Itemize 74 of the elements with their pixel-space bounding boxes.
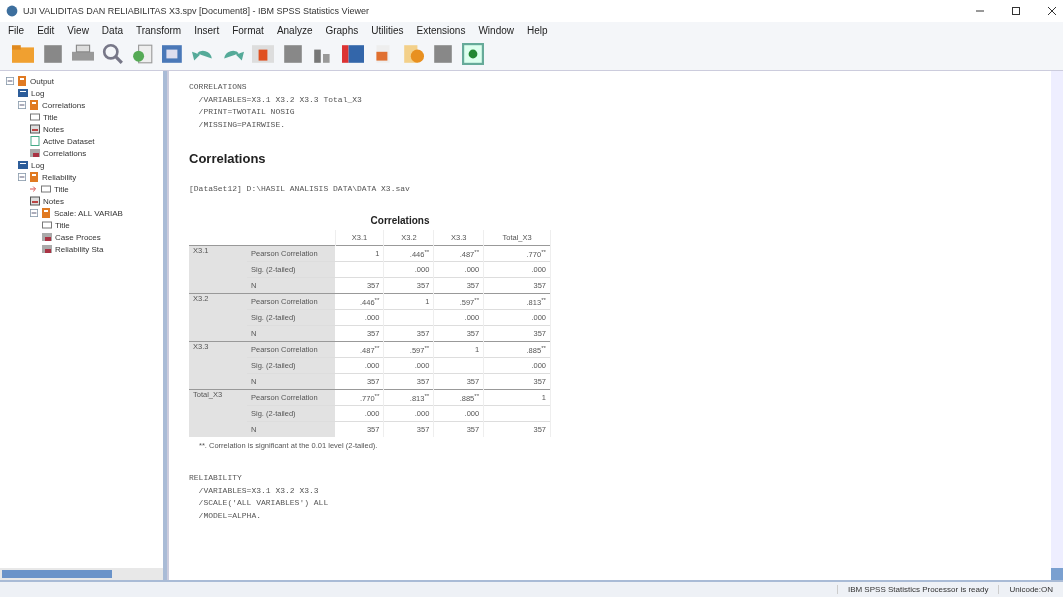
notes-icon <box>30 124 40 134</box>
menu-item[interactable]: Format <box>228 24 273 36</box>
menu-item[interactable]: Utilities <box>367 24 413 36</box>
menu-item[interactable]: Window <box>474 24 523 36</box>
status-text: Unicode:ON <box>998 585 1063 594</box>
close-icon <box>1047 6 1057 16</box>
dataset-icon <box>30 136 40 146</box>
table-icon <box>42 244 52 254</box>
outline-item[interactable]: Log <box>31 88 45 98</box>
outline-item[interactable]: Title <box>55 220 70 230</box>
collapse-icon[interactable] <box>30 209 38 217</box>
table-icon <box>42 232 52 242</box>
menu-item[interactable]: Analyze <box>272 24 322 36</box>
outline-item[interactable]: Title <box>43 112 58 122</box>
collapse-icon[interactable] <box>18 173 26 181</box>
status-text: IBM SPSS Statistics Processor is ready <box>836 585 999 594</box>
plus-icon[interactable] <box>462 43 484 65</box>
maximize-icon <box>1011 6 1021 16</box>
outline-item[interactable]: Reliability Sta <box>55 244 104 254</box>
outline-item[interactable]: Active Dataset <box>43 136 95 146</box>
menu-item[interactable]: File <box>4 24 34 36</box>
syntax-line: CORRELATIONS <box>189 81 248 93</box>
book-icon <box>41 208 51 218</box>
notes-icon <box>30 196 40 206</box>
outline-item[interactable]: Reliability <box>42 172 77 182</box>
menu-item[interactable]: View <box>63 24 98 36</box>
syntax-line: /VARIABLES=X3.1 X3.2 X3.3 <box>197 484 320 497</box>
menu-item[interactable]: Help <box>523 24 557 36</box>
syntax-line: /MISSING=PAIRWISE. <box>197 118 286 131</box>
menu-item[interactable]: Edit <box>33 24 64 36</box>
outline-item[interactable]: Notes <box>43 196 64 206</box>
magnifier-icon[interactable] <box>102 43 124 65</box>
book-icon <box>17 76 27 86</box>
outline-item[interactable]: Correlations <box>42 100 86 110</box>
syntax-line: RELIABILITY <box>189 472 243 484</box>
folder-icon[interactable] <box>12 43 34 65</box>
scrollbar[interactable] <box>0 568 163 580</box>
list-icon[interactable] <box>342 43 364 65</box>
book-icon <box>29 100 39 110</box>
output-heading: Correlations <box>189 151 267 166</box>
log-icon <box>18 88 28 98</box>
title-icon <box>30 112 40 122</box>
syntax-line: /VARIABLES=X3.1 X3.2 X3.3 Total_X3 <box>197 93 363 106</box>
outline-item[interactable]: Notes <box>43 124 64 134</box>
table-title: Correlations <box>370 215 430 226</box>
dataset-path: [DataSet12] D:\HASIL ANALISIS DATA\DATA X3.sav <box>189 184 411 193</box>
menu-item[interactable]: Graphs <box>321 24 368 36</box>
collapse-icon[interactable] <box>6 77 14 85</box>
title-icon <box>42 220 52 230</box>
menu-item[interactable]: Insert <box>190 24 229 36</box>
scrollbar[interactable] <box>1051 71 1063 580</box>
title-icon <box>41 184 51 194</box>
menu-item[interactable]: Transform <box>132 24 191 36</box>
app-icon <box>6 5 18 17</box>
log-icon <box>18 160 28 170</box>
table-icon <box>30 148 40 158</box>
menu-item[interactable]: Extensions <box>412 24 475 36</box>
outline-item[interactable]: Case Proces <box>55 232 101 242</box>
menu-item[interactable]: Data <box>97 24 132 36</box>
window-title: UJI VALIDITAS DAN RELIABILITAS X3.spv [Document8] - IBM SPSS Statistics Viewer <box>23 6 370 16</box>
syntax-line: /PRINT=TWOTAIL NOSIG <box>197 106 296 118</box>
table-icon[interactable] <box>162 43 184 65</box>
syntax-line: /SCALE('ALL VARIABLES') ALL <box>197 497 330 509</box>
chart-icon[interactable] <box>252 43 274 65</box>
outline-item[interactable]: Title <box>54 184 69 194</box>
outline-item[interactable]: Log <box>31 160 45 170</box>
script-icon[interactable] <box>402 43 424 65</box>
syntax-line: /MODEL=ALPHA. <box>197 509 262 522</box>
collapse-icon[interactable] <box>18 101 26 109</box>
book-icon <box>29 172 39 182</box>
outline-item[interactable]: Scale: ALL VARIAB <box>54 208 123 218</box>
outline-item[interactable]: Correlations <box>43 148 87 158</box>
outline-item[interactable]: Output <box>30 76 54 86</box>
export-icon[interactable] <box>132 43 154 65</box>
